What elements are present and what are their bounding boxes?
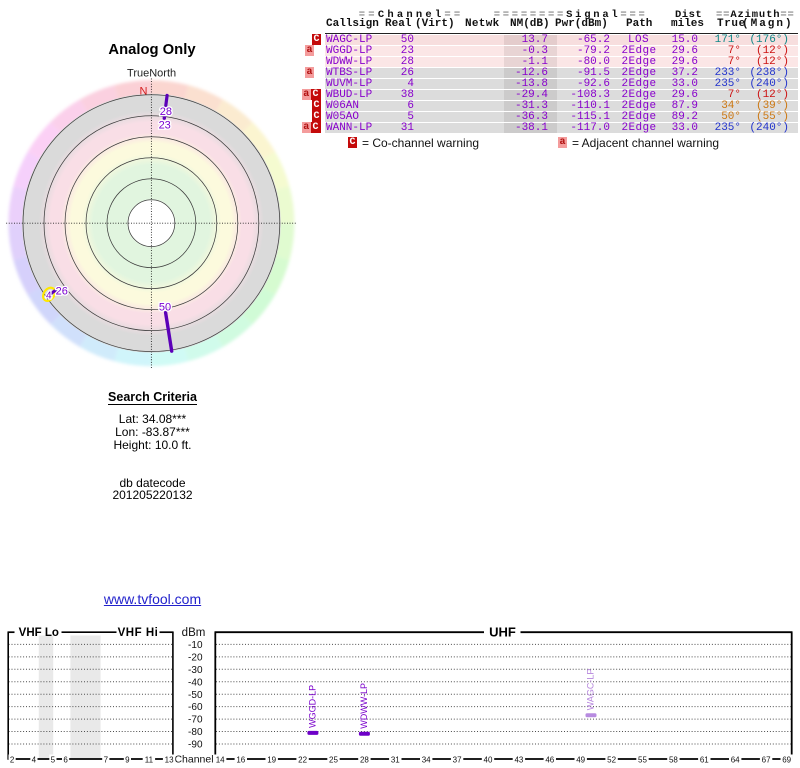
svg-text:22: 22: [298, 755, 307, 764]
svg-text:58: 58: [669, 755, 678, 764]
svg-text:5: 5: [51, 755, 56, 764]
svg-text:4: 4: [46, 291, 52, 302]
svg-text:37: 37: [453, 755, 462, 764]
svg-text:7: 7: [104, 755, 109, 764]
svg-text:VHF Lo: VHF Lo: [19, 627, 59, 639]
svg-text:13: 13: [165, 755, 174, 764]
svg-text:UHF: UHF: [489, 625, 516, 640]
svg-text:TrueNorth: TrueNorth: [127, 68, 176, 80]
svg-text:-50: -50: [188, 690, 203, 701]
svg-text:50: 50: [159, 301, 171, 313]
svg-text:61: 61: [700, 755, 709, 764]
svg-text:55: 55: [638, 755, 647, 764]
svg-text:-10: -10: [188, 640, 203, 651]
svg-text:16: 16: [236, 755, 245, 764]
svg-text:43: 43: [514, 755, 523, 764]
svg-text:67: 67: [762, 755, 771, 764]
svg-text:WDWW-LP: WDWW-LP: [359, 683, 369, 729]
svg-text:-90: -90: [188, 740, 203, 751]
svg-text:52: 52: [607, 755, 616, 764]
svg-text:69: 69: [782, 755, 791, 764]
svg-text:Channel: Channel: [174, 754, 213, 766]
svg-text:WGGD-LP: WGGD-LP: [308, 685, 318, 728]
svg-text:dBm: dBm: [182, 627, 206, 639]
svg-text:31: 31: [391, 755, 400, 764]
svg-text:-70: -70: [188, 715, 203, 726]
svg-text:N: N: [140, 85, 148, 97]
svg-text:23: 23: [159, 120, 171, 132]
svg-text:64: 64: [731, 755, 740, 764]
svg-text:-40: -40: [188, 677, 203, 688]
svg-text:28: 28: [360, 755, 369, 764]
svg-text:-60: -60: [188, 702, 203, 713]
svg-text:-20: -20: [188, 653, 203, 664]
svg-text:28: 28: [160, 106, 172, 118]
svg-text:VHF Hi: VHF Hi: [118, 627, 159, 639]
svg-text:6: 6: [63, 755, 68, 764]
svg-text:14: 14: [216, 755, 225, 764]
svg-text:49: 49: [576, 755, 585, 764]
svg-text:WAGC-LP: WAGC-LP: [586, 669, 596, 711]
svg-text:9: 9: [125, 755, 130, 764]
svg-text:25: 25: [329, 755, 338, 764]
svg-text:2: 2: [10, 755, 15, 764]
svg-text:-30: -30: [188, 665, 203, 676]
svg-text:4: 4: [32, 755, 37, 764]
svg-text:40: 40: [484, 755, 493, 764]
svg-text:-80: -80: [188, 727, 203, 738]
svg-text:26: 26: [56, 285, 68, 297]
svg-text:34: 34: [422, 755, 431, 764]
svg-text:11: 11: [145, 755, 154, 764]
svg-text:46: 46: [545, 755, 554, 764]
svg-text:19: 19: [267, 755, 276, 764]
